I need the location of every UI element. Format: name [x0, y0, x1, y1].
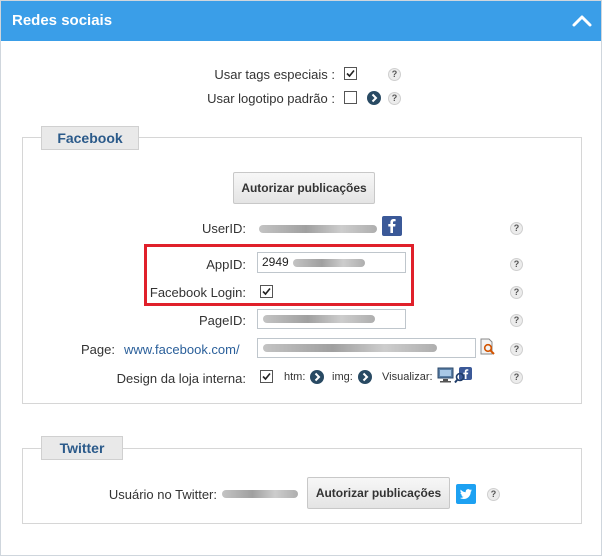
desktop-preview-icon[interactable]: [437, 367, 454, 383]
htm-arrow-icon[interactable]: [310, 370, 324, 384]
panel-header: Redes sociais: [1, 1, 601, 41]
pageid-help-icon[interactable]: ?: [510, 314, 523, 327]
special-tags-checkbox[interactable]: [344, 67, 357, 80]
default-logo-arrow-icon[interactable]: [367, 91, 381, 105]
page-preview-icon[interactable]: [479, 338, 497, 357]
img-arrow-icon[interactable]: [358, 370, 372, 384]
appid-help-icon[interactable]: ?: [510, 258, 523, 271]
userid-label: UserID:: [201, 221, 246, 236]
page-url-prefix-link[interactable]: www.facebook.com/: [124, 342, 240, 357]
design-checkbox[interactable]: [260, 370, 273, 383]
twitter-user-value: [222, 490, 298, 498]
pageid-label: PageID:: [199, 313, 246, 328]
twitter-user-label: Usuário no Twitter:: [108, 487, 217, 502]
facebook-login-help-icon[interactable]: ?: [510, 286, 523, 299]
default-logo-label: Usar logotipo padrão :: [207, 91, 335, 106]
facebook-authorize-button[interactable]: Autorizar publicações: [233, 172, 375, 204]
page-masked-value: [263, 344, 437, 352]
pageid-masked-value: [263, 315, 375, 323]
twitter-help-icon[interactable]: ?: [487, 488, 500, 501]
special-tags-label: Usar tags especiais :: [214, 67, 335, 82]
design-help-icon[interactable]: ?: [510, 371, 523, 384]
panel-title: Redes sociais: [12, 12, 113, 29]
facebook-legend: Facebook: [41, 126, 139, 150]
htm-label: htm:: [284, 371, 306, 383]
design-label: Design da loja interna:: [116, 371, 246, 386]
default-logo-help-icon[interactable]: ?: [388, 92, 401, 105]
highlight-box: [144, 244, 414, 306]
twitter-logo-icon: [456, 484, 476, 504]
img-label: img:: [332, 371, 353, 383]
page-help-icon[interactable]: ?: [510, 343, 523, 356]
userid-value: [259, 225, 377, 233]
facebook-preview-icon[interactable]: [454, 367, 472, 384]
collapse-chevron-icon[interactable]: [571, 11, 593, 31]
social-networks-panel: Redes sociais Usar tags especiais : ? Us…: [0, 0, 602, 556]
twitter-authorize-button[interactable]: Autorizar publicações: [307, 477, 450, 509]
userid-help-icon[interactable]: ?: [510, 222, 523, 235]
special-tags-help-icon[interactable]: ?: [388, 68, 401, 81]
twitter-legend: Twitter: [41, 436, 123, 460]
visualize-label: Visualizar:: [382, 371, 433, 383]
page-label: Page:: [81, 342, 115, 357]
default-logo-checkbox[interactable]: [344, 91, 357, 104]
facebook-logo-icon: [382, 216, 402, 236]
